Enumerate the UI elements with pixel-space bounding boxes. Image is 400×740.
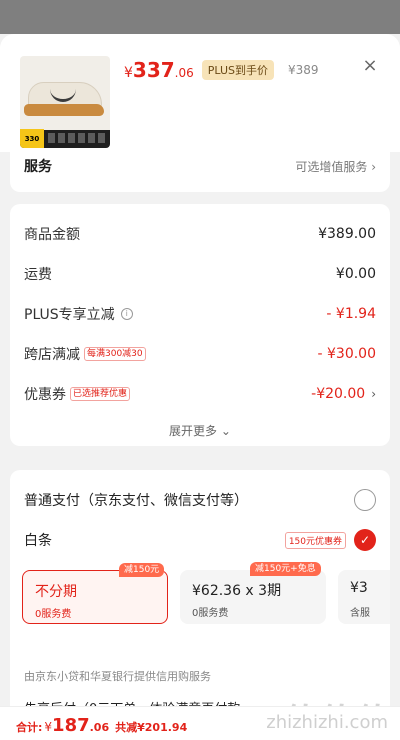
service-title: 服务: [24, 159, 52, 175]
total-saved: 共减¥201.94: [115, 721, 188, 734]
credit-provider-note: 由京东小贷和华夏银行提供信用购服务: [24, 670, 211, 683]
fee-row-shipping: 运费 ¥0.00: [24, 266, 376, 283]
info-icon[interactable]: i: [120, 308, 133, 320]
radio-unchecked[interactable]: [354, 489, 376, 511]
installment-plans: 减150元 不分期 0服务费 减150元+免息 ¥62.36 x 3期 0服务费…: [22, 562, 390, 624]
cross-store-tag: 每满300减30: [84, 347, 146, 361]
fee-row-cross-store: 跨店满减 每满300减30 - ¥30.00: [24, 346, 376, 363]
dimmed-backdrop[interactable]: [0, 0, 400, 34]
close-icon[interactable]: ×: [362, 57, 378, 75]
thumbnail-price-tag: 330: [20, 129, 44, 148]
fee-row-coupon[interactable]: 优惠券 已选推荐优惠 -¥20.00 ›: [24, 382, 376, 406]
total-integer: 187: [52, 715, 90, 736]
total-label: 合计:: [16, 721, 43, 734]
pay-option-standard[interactable]: 普通支付（京东支付、微信支付等）: [24, 488, 376, 512]
fee-breakdown: 商品金额 ¥389.00 运费 ¥0.00 PLUS专享立减 i - ¥1.94…: [10, 204, 390, 446]
price-row: ¥ 337 .06 PLUS到手价 ¥389: [124, 58, 319, 82]
pay-option-baitiao[interactable]: 白条 150元优惠券 ✓: [24, 528, 376, 552]
product-thumbnail: 330: [20, 56, 110, 148]
coupon-tag: 已选推荐优惠: [70, 387, 131, 401]
fee-row-plus: PLUS专享立减 i - ¥1.94: [24, 306, 376, 323]
fee-row-goods: 商品金额 ¥389.00: [24, 226, 376, 243]
plan-more-installments[interactable]: ¥3 含服: [338, 570, 390, 624]
price-currency: ¥: [124, 65, 133, 81]
thumbnail-text-strip: [48, 133, 106, 143]
product-summary: 330 ¥ 337 .06 PLUS到手价 ¥389 ×: [0, 34, 400, 152]
chevron-right-icon: ›: [371, 160, 376, 174]
price-integer: 337: [132, 58, 175, 82]
shoe-sole: [24, 104, 104, 116]
radio-checked-icon[interactable]: ✓: [354, 529, 376, 551]
price-decimal: .06: [174, 66, 194, 80]
total-decimal: .06: [89, 721, 110, 734]
original-price: ¥389: [288, 63, 319, 77]
total-currency: ¥: [44, 720, 53, 734]
chevron-down-icon: ⌄: [220, 424, 231, 438]
service-row[interactable]: 服务 可选增值服务 ›: [10, 152, 390, 192]
expand-more-link[interactable]: 展开更多 ⌄: [10, 422, 390, 439]
checkout-sheet: 330 ¥ 337 .06 PLUS到手价 ¥389 × 服务 可选增值服务 ›…: [0, 34, 400, 740]
watermark-url: zhizhizhi.com: [266, 712, 388, 733]
baitiao-coupon-tag: 150元优惠券: [284, 531, 346, 549]
plan-3-installments[interactable]: 减150元+免息 ¥62.36 x 3期 0服务费: [180, 562, 326, 624]
chevron-right-icon: ›: [371, 387, 376, 401]
plan-no-installment[interactable]: 减150元 不分期 0服务费: [22, 563, 168, 624]
plus-price-badge: PLUS到手价: [201, 60, 275, 80]
service-link[interactable]: 可选增值服务 ›: [295, 158, 376, 175]
